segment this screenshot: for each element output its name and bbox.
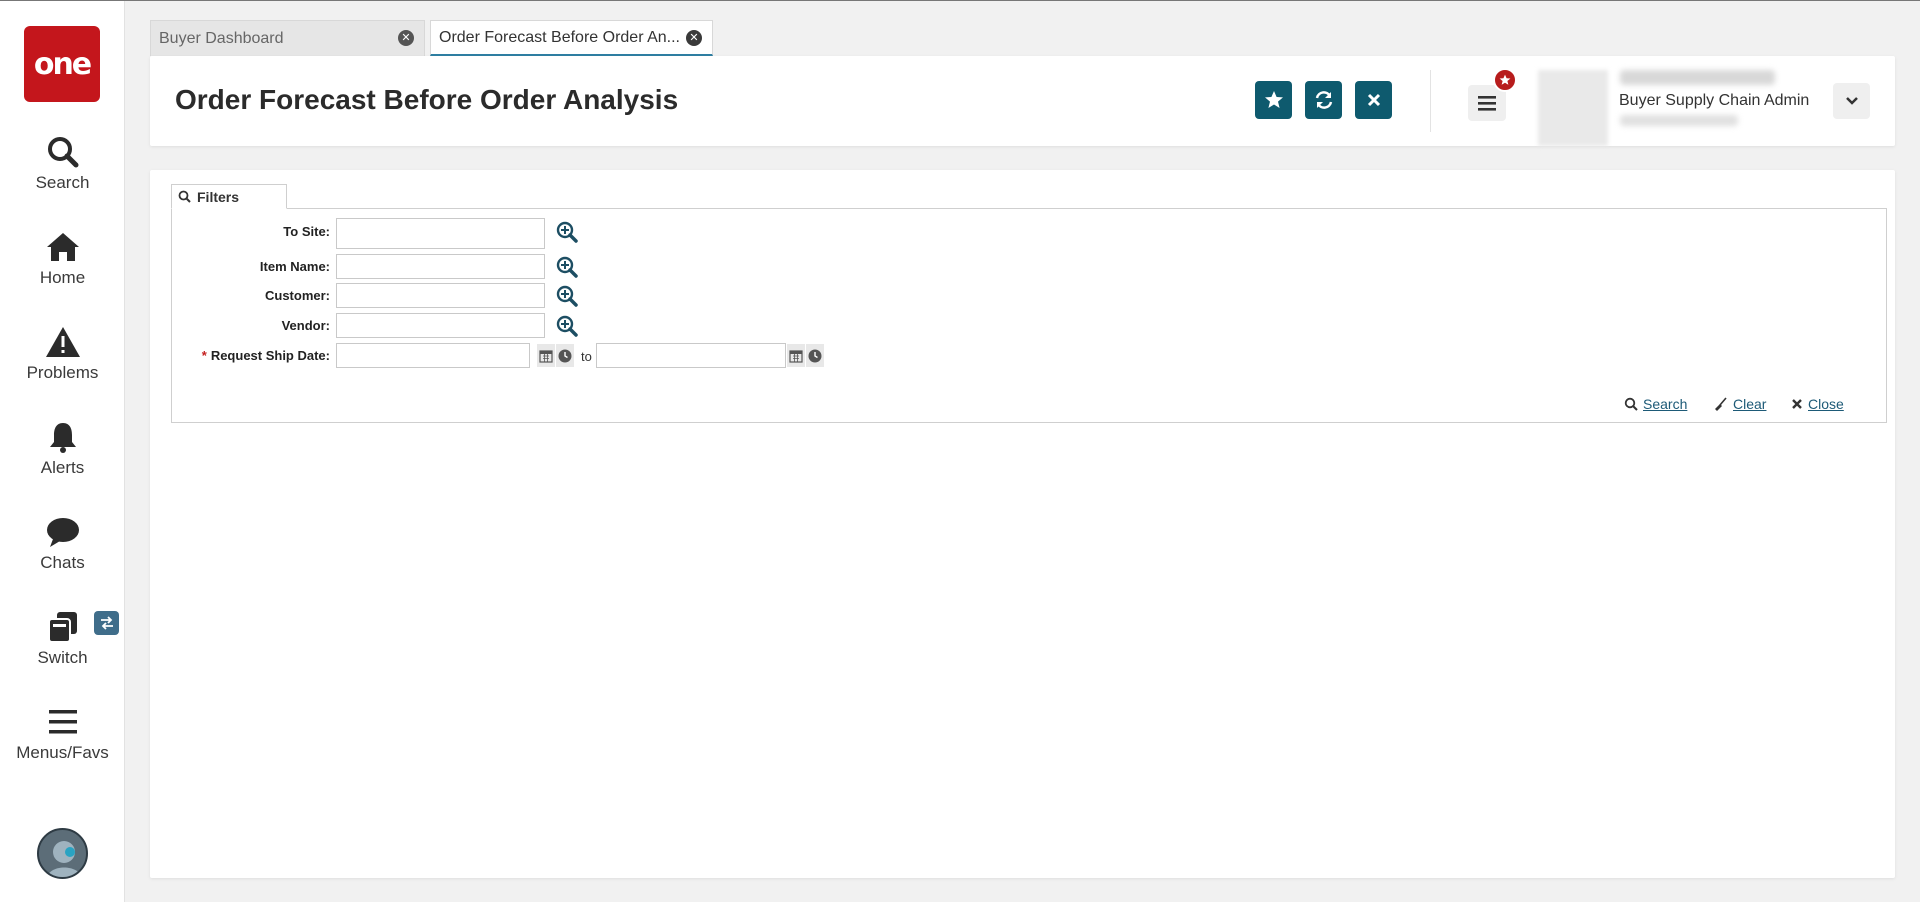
sidebar-item-chats[interactable]: Chats xyxy=(0,515,125,573)
page-header: Order Forecast Before Order Analysis Buy… xyxy=(150,56,1895,146)
assistant-avatar[interactable] xyxy=(37,828,88,879)
sidebar-item-home[interactable]: Home xyxy=(0,230,125,288)
filter-close-link[interactable]: Close xyxy=(1791,396,1844,412)
close-tab-icon[interactable]: ✕ xyxy=(398,30,414,46)
item-name-input[interactable] xyxy=(336,254,545,279)
sidebar-item-label: Switch xyxy=(37,648,88,667)
broom-icon xyxy=(1715,396,1727,411)
tab-label: Buyer Dashboard xyxy=(159,29,284,47)
clear-link-label: Clear xyxy=(1733,396,1767,412)
to-site-label: To Site: xyxy=(283,224,330,239)
tab-order-forecast[interactable]: Order Forecast Before Order An... ✕ xyxy=(430,20,713,56)
vendor-input[interactable] xyxy=(336,313,545,338)
filter-clear-link[interactable]: Clear xyxy=(1713,396,1766,412)
search-icon xyxy=(178,190,191,203)
close-icon xyxy=(1792,399,1802,409)
sidebar-item-label: Problems xyxy=(26,363,99,382)
customer-input[interactable] xyxy=(336,283,545,308)
request-ship-date-label: * Request Ship Date: xyxy=(202,348,330,363)
customer-label: Customer: xyxy=(264,288,330,303)
home-icon xyxy=(0,230,125,264)
warning-icon xyxy=(0,325,125,359)
ship-date-from-input[interactable] xyxy=(336,343,530,368)
required-marker: * xyxy=(201,348,207,363)
tab-label: Order Forecast Before Order An... xyxy=(439,28,680,46)
app-logo[interactable]: one xyxy=(24,26,100,102)
header-divider xyxy=(1430,70,1431,132)
sidebar-item-label: Alerts xyxy=(40,458,85,477)
user-name-redacted xyxy=(1620,70,1775,85)
search-link-label: Search xyxy=(1643,396,1688,412)
hamburger-icon xyxy=(0,705,125,739)
calendar-icon[interactable] xyxy=(537,344,555,367)
clock-icon[interactable] xyxy=(806,344,824,367)
filter-search-link[interactable]: Search xyxy=(1624,396,1687,412)
favorites-badge-icon[interactable] xyxy=(1493,68,1517,92)
user-avatar[interactable] xyxy=(1538,70,1608,146)
vendor-lookup-icon[interactable] xyxy=(556,315,578,337)
date-range-to-label: to xyxy=(581,349,592,364)
sidebar-item-label: Chats xyxy=(40,553,85,572)
request-ship-date-label-text: Request Ship Date: xyxy=(210,348,330,363)
chevron-down-icon xyxy=(1845,97,1858,105)
to-site-lookup-icon[interactable] xyxy=(556,221,578,243)
logo-text: one xyxy=(33,46,92,82)
close-tab-icon[interactable]: ✕ xyxy=(686,30,702,46)
sidebar-item-label: Home xyxy=(39,268,86,287)
switch-arrows-icon[interactable] xyxy=(94,611,119,635)
favorite-button[interactable] xyxy=(1255,81,1292,119)
customer-lookup-icon[interactable] xyxy=(556,285,578,307)
to-site-input[interactable] xyxy=(336,218,545,249)
window-top-border xyxy=(0,0,1920,1)
search-icon xyxy=(0,135,125,169)
refresh-button[interactable] xyxy=(1305,81,1342,119)
clock-icon[interactable] xyxy=(556,344,574,367)
ship-date-to-input[interactable] xyxy=(596,343,786,368)
close-page-button[interactable] xyxy=(1355,81,1392,119)
refresh-icon xyxy=(1315,91,1332,109)
calendar-icon[interactable] xyxy=(787,344,805,367)
sidebar-item-problems[interactable]: Problems xyxy=(0,325,125,383)
user-org-redacted xyxy=(1620,115,1738,126)
sidebar-item-label: Menus/Favs xyxy=(16,743,109,762)
filters-tab-label: Filters xyxy=(197,188,240,205)
close-link-label: Close xyxy=(1808,396,1844,412)
tab-buyer-dashboard[interactable]: Buyer Dashboard ✕ xyxy=(150,20,425,56)
page-title: Order Forecast Before Order Analysis xyxy=(175,84,679,115)
chat-icon xyxy=(0,515,125,549)
bell-icon xyxy=(0,420,125,454)
sidebar: one Search Home Problems Alerts Chats Sw… xyxy=(0,1,125,902)
sidebar-item-label: Search xyxy=(35,173,90,192)
user-role: Buyer Supply Chain Admin xyxy=(1619,92,1810,109)
main-content: Filters To Site: Item Name: Customer: Ve… xyxy=(150,170,1895,878)
filters-tab[interactable]: Filters xyxy=(171,184,287,209)
sidebar-item-menus-favs[interactable]: Menus/Favs xyxy=(0,705,125,763)
item-name-lookup-icon[interactable] xyxy=(556,256,578,278)
filters-panel: To Site: Item Name: Customer: Vendor: * R… xyxy=(171,208,1887,423)
search-icon xyxy=(1624,397,1638,411)
item-name-label: Item Name: xyxy=(259,259,330,274)
sidebar-item-search[interactable]: Search xyxy=(0,135,125,193)
sidebar-item-alerts[interactable]: Alerts xyxy=(0,420,125,478)
user-menu-dropdown[interactable] xyxy=(1833,83,1870,119)
hamburger-icon xyxy=(1478,96,1496,111)
star-icon xyxy=(1264,91,1283,108)
close-icon xyxy=(1367,93,1380,107)
vendor-label: Vendor: xyxy=(281,318,330,333)
